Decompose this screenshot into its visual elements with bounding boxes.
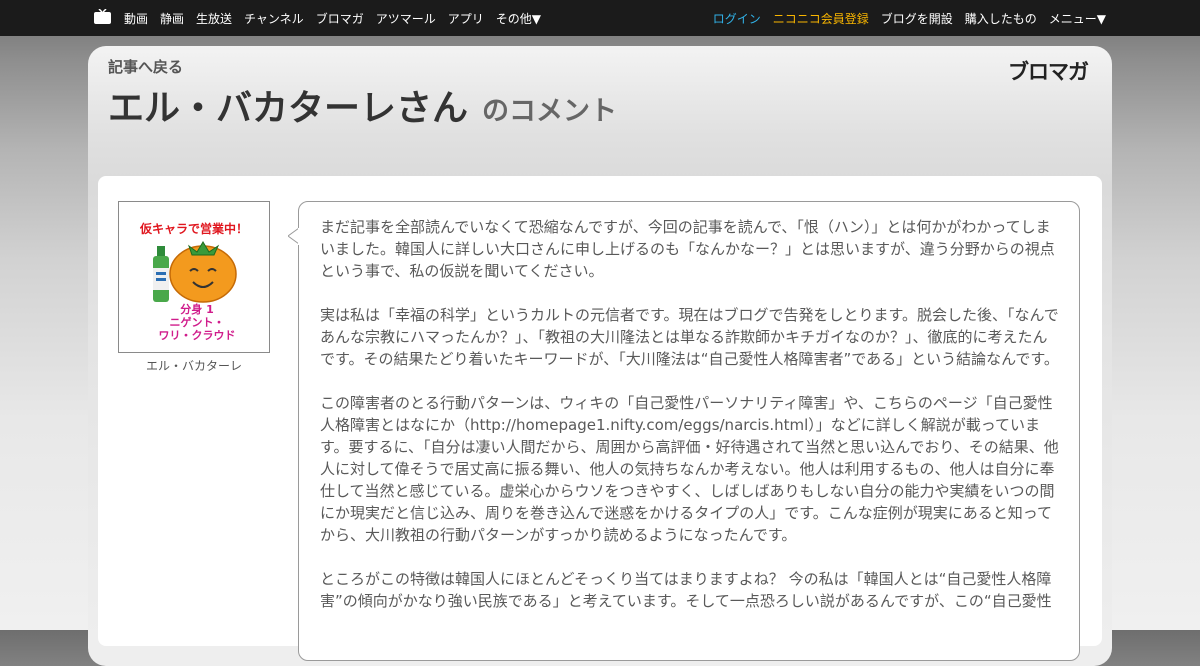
bubble-tail-pointer	[288, 228, 301, 245]
nav-item-blomaga[interactable]: ブロマガ	[316, 10, 364, 27]
nav-item-apps[interactable]: アプリ	[448, 10, 484, 27]
purchased-link[interactable]: 購入したもの	[965, 10, 1037, 27]
avatar[interactable]: 仮キャラで営業中！ 分身 1 ニゲント・ ワリ・クラウド	[118, 201, 270, 353]
comment-text: まだ記事を全部読んでいなくて恐縮なんですが、今回の記事を読んで、「恨（ハン）」と…	[320, 218, 1059, 610]
avatar-line2-text: ニゲント・	[170, 315, 225, 329]
niconico-tv-icon[interactable]	[94, 9, 111, 24]
tomato-character	[169, 241, 237, 303]
nav-item-atsumaru[interactable]: アツマール	[376, 10, 436, 27]
avatar-banner-text: 仮キャラで営業中！	[139, 221, 248, 236]
menu-dropdown[interactable]: メニュー▼	[1049, 10, 1106, 27]
nav-item-seiga[interactable]: 静画	[160, 10, 184, 27]
back-to-article-link[interactable]: 記事へ戻る	[108, 56, 183, 77]
nav-item-video[interactable]: 動画	[124, 10, 148, 27]
author-title: エル・バカターレさん	[108, 88, 469, 129]
title-suffix: のコメント	[482, 96, 618, 127]
top-nav-bar: 動画 静画 生放送 チャンネル ブロマガ アツマール アプリ その他▼ ログイン…	[0, 0, 1200, 36]
comment-author-name[interactable]: エル・バカターレ	[118, 357, 270, 374]
page-title: エル・バカターレさん のコメント	[108, 79, 617, 131]
nav-item-live[interactable]: 生放送	[196, 10, 232, 27]
avatar-line3-text: ワリ・クラウド	[159, 329, 236, 342]
nav-left-group: 動画 静画 生放送 チャンネル ブロマガ アツマール アプリ その他▼	[124, 0, 541, 36]
register-link[interactable]: ニコニコ会員登録	[773, 10, 869, 27]
avatar-image: 仮キャラで営業中！ 分身 1 ニゲント・ ワリ・クラウド	[139, 221, 248, 342]
nav-right-group: ログイン ニコニコ会員登録 ブログを開設 購入したもの メニュー▼	[713, 0, 1106, 36]
login-link[interactable]: ログイン	[713, 10, 761, 27]
open-blog-link[interactable]: ブログを開設	[881, 10, 953, 27]
avatar-line1-text: 分身 1	[180, 302, 213, 316]
detergent-bottle	[153, 246, 169, 302]
blomaga-logo[interactable]: ブロマガ	[1008, 56, 1089, 86]
nav-item-other-menu[interactable]: その他▼	[496, 10, 541, 27]
nav-item-channel[interactable]: チャンネル	[244, 10, 304, 27]
